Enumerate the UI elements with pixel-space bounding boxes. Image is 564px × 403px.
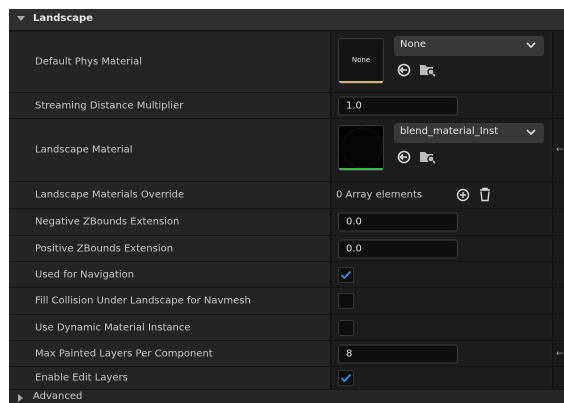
- row-dynamic-material: Use Dynamic Material Instance: [9, 315, 564, 341]
- negative-zbounds-input[interactable]: 0.0: [338, 212, 458, 232]
- phys-material-combo-value: None: [400, 39, 427, 50]
- enable-edit-layers-checkbox[interactable]: [338, 370, 354, 386]
- phys-material-thumbnail[interactable]: None: [338, 38, 384, 84]
- material-sphere-preview: [341, 127, 383, 169]
- triangle-right-icon[interactable]: [18, 394, 23, 402]
- row-enable-edit-layers: Enable Edit Layers: [9, 367, 564, 390]
- advanced-section-header[interactable]: Advanced: [9, 390, 564, 403]
- section-title: Landscape: [33, 13, 93, 24]
- trash-icon[interactable]: [478, 187, 492, 202]
- row-materials-override: Landscape Materials Override 0 Array ele…: [9, 182, 564, 209]
- row-default-phys-material: Default Phys Material None None: [9, 32, 564, 93]
- label-materials-override: Landscape Materials Override: [35, 189, 185, 201]
- advanced-label: Advanced: [33, 391, 83, 402]
- label-streaming-distance: Streaming Distance Multiplier: [35, 100, 184, 111]
- chevron-down-icon: [526, 42, 536, 49]
- row-max-painted-layers: Max Painted Layers Per Component 8 ←: [9, 341, 564, 367]
- streaming-distance-input[interactable]: 1.0: [338, 96, 458, 115]
- label-used-for-navigation: Used for Navigation: [35, 269, 135, 280]
- row-positive-zbounds: Positive ZBounds Extension 0.0: [9, 236, 564, 262]
- row-used-for-navigation: Used for Navigation: [9, 262, 564, 288]
- label-positive-zbounds: Positive ZBounds Extension: [35, 243, 174, 254]
- row-landscape-material: Landscape Material blend_material_Inst ←: [9, 119, 564, 182]
- phys-material-combo[interactable]: None: [394, 36, 544, 56]
- label-landscape-material: Landscape Material: [35, 144, 133, 156]
- array-elements-count: 0 Array elements: [336, 189, 423, 201]
- label-dynamic-material: Use Dynamic Material Instance: [35, 322, 191, 333]
- reset-arrow-icon[interactable]: ←: [556, 145, 564, 155]
- reset-arrow-icon[interactable]: ←: [556, 349, 564, 359]
- row-streaming-distance: Streaming Distance Multiplier 1.0: [9, 93, 564, 119]
- landscape-material-combo[interactable]: blend_material_Inst: [394, 123, 544, 143]
- use-selected-asset-icon[interactable]: [396, 149, 412, 165]
- browse-asset-icon[interactable]: [419, 62, 437, 78]
- label-fill-collision: Fill Collision Under Landscape for Navme…: [35, 295, 251, 307]
- chevron-down-icon: [526, 129, 536, 136]
- use-selected-asset-icon[interactable]: [396, 62, 412, 78]
- thumbnail-none-text: None: [351, 56, 371, 64]
- landscape-section-header[interactable]: Landscape: [9, 9, 564, 31]
- label-max-painted-layers: Max Painted Layers Per Component: [35, 348, 213, 359]
- label-enable-edit-layers: Enable Edit Layers: [35, 372, 128, 384]
- dynamic-material-checkbox[interactable]: [338, 319, 354, 336]
- used-for-navigation-checkbox[interactable]: [338, 266, 354, 283]
- max-painted-layers-input[interactable]: 8: [338, 344, 458, 363]
- checkmark-icon: [340, 373, 352, 383]
- checkmark-icon: [340, 270, 352, 279]
- fill-collision-checkbox[interactable]: [338, 293, 354, 309]
- browse-asset-icon[interactable]: [419, 149, 437, 165]
- landscape-material-thumbnail[interactable]: [338, 125, 384, 171]
- label-default-phys-material: Default Phys Material: [35, 56, 143, 68]
- add-element-icon[interactable]: [456, 188, 470, 202]
- label-negative-zbounds: Negative ZBounds Extension: [35, 216, 180, 228]
- triangle-down-icon[interactable]: [17, 16, 25, 21]
- positive-zbounds-input[interactable]: 0.0: [338, 239, 458, 258]
- row-negative-zbounds: Negative ZBounds Extension 0.0: [9, 209, 564, 236]
- details-panel: Landscape Default Phys Material None Non…: [9, 9, 564, 403]
- row-fill-collision: Fill Collision Under Landscape for Navme…: [9, 288, 564, 315]
- landscape-material-combo-value: blend_material_Inst: [400, 126, 499, 137]
